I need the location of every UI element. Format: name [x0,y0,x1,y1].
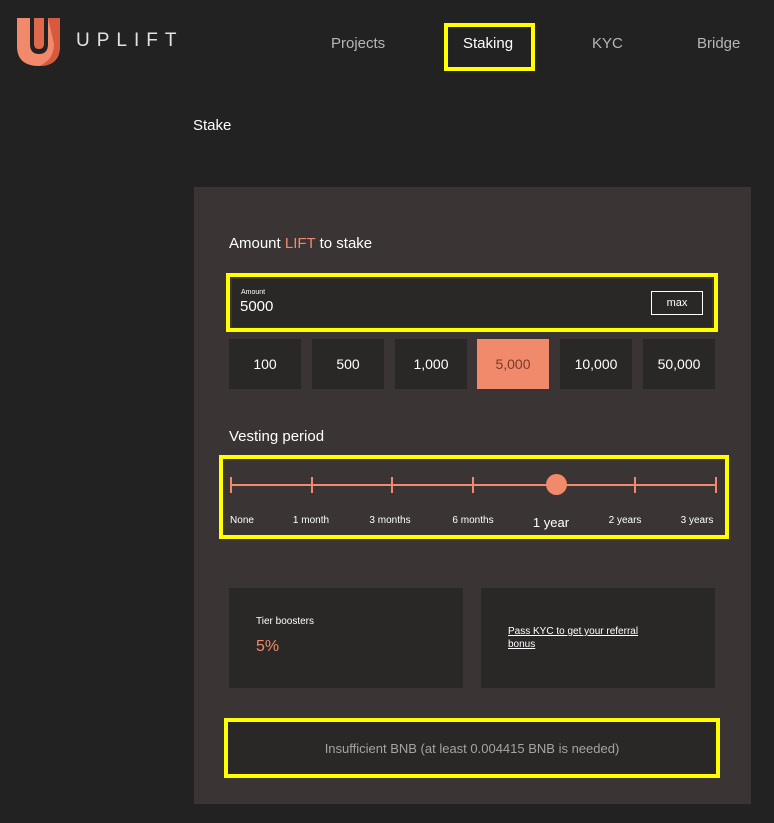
vesting-slider-handle[interactable] [546,474,567,495]
nav-projects[interactable]: Projects [331,35,385,52]
vesting-option-1-month[interactable]: 1 month [293,515,329,526]
insufficient-bnb-button[interactable]: Insufficient BNB (at least 0.004415 BNB … [228,722,716,774]
preset-10000-button[interactable]: 10,000 [560,339,632,389]
tier-boosters-title: Tier boosters [256,616,314,627]
vesting-tick[interactable] [634,477,636,493]
amount-section-label: Amount LIFT to stake [229,235,373,252]
preset-50000-button[interactable]: 50,000 [643,339,715,389]
nav-bridge[interactable]: Bridge [697,35,740,52]
uplift-logo[interactable] [14,14,64,66]
logo-wordmark: UPLIFT [76,30,184,51]
preset-500-button[interactable]: 500 [312,339,384,389]
vesting-option-3-months[interactable]: 3 months [369,515,410,526]
uplift-shield-icon [17,18,60,66]
vesting-option-1-year[interactable]: 1 year [533,515,569,530]
nav-staking[interactable]: Staking [463,35,513,52]
vesting-tick[interactable] [715,477,717,493]
vesting-slider-track[interactable] [231,484,717,486]
pass-kyc-link[interactable]: Pass KYC to get your referral bonus [508,625,658,651]
amount-input[interactable] [240,298,540,315]
vesting-option-2-years[interactable]: 2 years [609,515,642,526]
max-button[interactable]: max [651,291,703,315]
page-title: Stake [193,117,232,134]
vesting-period-label: Vesting period [229,428,325,445]
vesting-tick[interactable] [230,477,232,493]
preset-5000-button[interactable]: 5,000 [477,339,549,389]
tier-boosters-value: 5% [256,638,280,655]
vesting-tick[interactable] [472,477,474,493]
preset-1000-button[interactable]: 1,000 [395,339,467,389]
vesting-option-6-months[interactable]: 6 months [452,515,493,526]
preset-100-button[interactable]: 100 [229,339,301,389]
vesting-tick[interactable] [391,477,393,493]
nav-kyc[interactable]: KYC [592,35,623,52]
token-symbol: LIFT [284,235,316,252]
vesting-tick[interactable] [311,477,313,493]
amount-field-label: Amount [241,289,266,296]
vesting-option-3-years[interactable]: 3 years [681,515,714,526]
vesting-option-none[interactable]: None [230,515,254,526]
